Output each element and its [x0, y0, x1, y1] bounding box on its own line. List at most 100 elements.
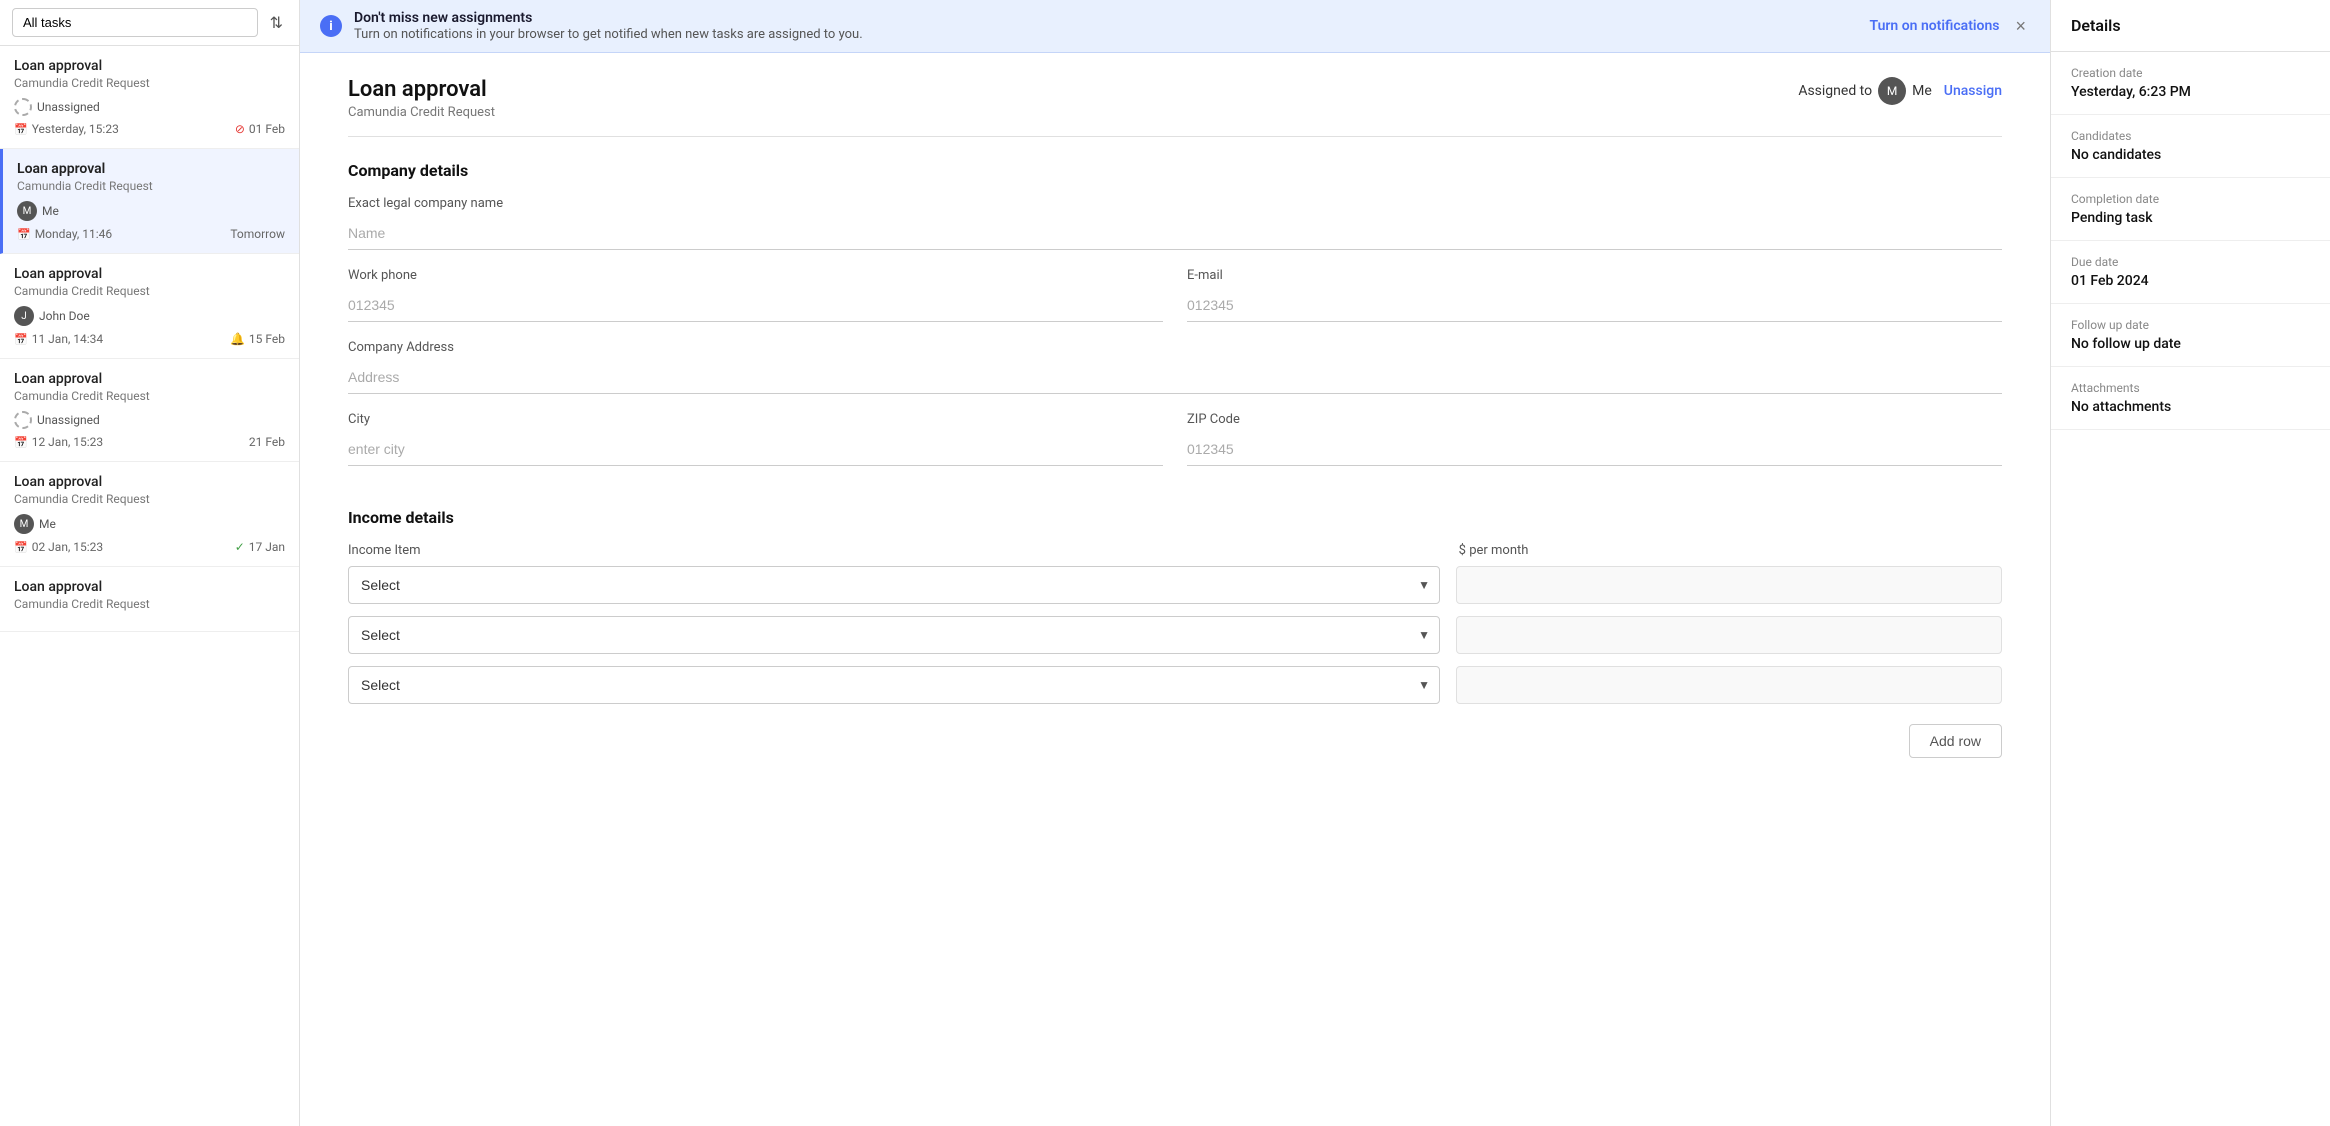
income-row: SelectOption 1Option 2Option 3 ▼: [348, 666, 2002, 704]
right-panel: Details Creation date Yesterday, 6:23 PM…: [2050, 0, 2330, 1126]
detail-row: Due date 01 Feb 2024: [2051, 241, 2330, 304]
email-group: E-mail: [1187, 268, 2002, 322]
city-group: City: [348, 412, 1163, 466]
task-date-created: 📅Yesterday, 15:23: [14, 122, 119, 136]
unassigned-icon: [14, 98, 32, 116]
task-date-due: 🔔15 Feb: [230, 332, 285, 346]
income-rows: SelectOption 1Option 2Option 3 ▼ SelectO…: [348, 566, 2002, 704]
detail-value: No follow up date: [2071, 336, 2310, 352]
task-dates: 📅Monday, 11:46 Tomorrow: [17, 227, 285, 241]
assigned-avatar: M: [1878, 77, 1906, 105]
task-list: Loan approval Camundia Credit Request Un…: [0, 46, 299, 1126]
work-phone-group: Work phone: [348, 268, 1163, 322]
assigned-to-label: Assigned to M Me: [1798, 77, 1931, 105]
income-amount: [1456, 666, 2002, 704]
task-date-created: 📅11 Jan, 14:34: [14, 332, 103, 346]
email-label: E-mail: [1187, 268, 2002, 283]
zip-group: ZIP Code: [1187, 412, 2002, 466]
city-input[interactable]: [348, 433, 1163, 466]
address-group: Company Address: [348, 340, 2002, 394]
task-date-created: 📅Monday, 11:46: [17, 227, 112, 241]
right-panel-title: Details: [2051, 0, 2330, 52]
task-item[interactable]: Loan approval Camundia Credit Request Un…: [0, 46, 299, 149]
sort-button[interactable]: ⇅: [266, 9, 287, 37]
task-assignee: J John Doe: [14, 306, 285, 326]
form-assigned-block: Assigned to M Me Unassign: [1798, 77, 2002, 105]
income-select[interactable]: SelectOption 1Option 2Option 3: [348, 666, 1440, 704]
notification-text: Don't miss new assignments Turn on notif…: [354, 10, 1858, 42]
task-date-created: 📅02 Jan, 15:23: [14, 540, 103, 554]
income-amount-input[interactable]: [1456, 616, 2002, 654]
notification-icon: i: [320, 15, 342, 37]
income-select-wrap: SelectOption 1Option 2Option 3 ▼: [348, 566, 1440, 604]
task-subtitle: Camundia Credit Request: [14, 597, 285, 611]
form-header: Loan approval Camundia Credit Request As…: [348, 77, 2002, 137]
task-item[interactable]: Loan approval Camundia Credit Request J …: [0, 254, 299, 359]
detail-value: No candidates: [2071, 147, 2310, 163]
calendar-icon: 📅: [17, 228, 31, 241]
add-row-button[interactable]: Add row: [1909, 724, 2002, 758]
form-area: Loan approval Camundia Credit Request As…: [300, 53, 2050, 1126]
task-item[interactable]: Loan approval Camundia Credit Request M …: [0, 462, 299, 567]
work-phone-label: Work phone: [348, 268, 1163, 283]
form-process: Camundia Credit Request: [348, 105, 495, 120]
task-title: Loan approval: [14, 266, 285, 282]
task-title: Loan approval: [14, 58, 285, 74]
task-assignee: Unassigned: [14, 98, 285, 116]
task-dates: 📅12 Jan, 15:23 21 Feb: [14, 435, 285, 449]
work-phone-input[interactable]: [348, 289, 1163, 322]
unassigned-icon: [14, 411, 32, 429]
avatar: M: [14, 514, 34, 534]
task-subtitle: Camundia Credit Request: [14, 76, 285, 90]
income-amount: [1456, 616, 2002, 654]
income-select[interactable]: SelectOption 1Option 2Option 3: [348, 566, 1440, 604]
task-title: Loan approval: [14, 474, 285, 490]
detail-value: 01 Feb 2024: [2071, 273, 2310, 289]
detail-row: Completion date Pending task: [2051, 178, 2330, 241]
income-select-wrap: SelectOption 1Option 2Option 3 ▼: [348, 666, 1440, 704]
task-subtitle: Camundia Credit Request: [14, 389, 285, 403]
task-date-due: ⊘01 Feb: [235, 122, 285, 136]
calendar-icon: 📅: [14, 436, 28, 449]
city-label: City: [348, 412, 1163, 427]
detail-row: Creation date Yesterday, 6:23 PM: [2051, 52, 2330, 115]
address-input[interactable]: [348, 361, 2002, 394]
detail-value: Yesterday, 6:23 PM: [2071, 84, 2310, 100]
avatar: M: [17, 201, 37, 221]
detail-value: Pending task: [2071, 210, 2310, 226]
notification-close-button[interactable]: ×: [2011, 16, 2030, 37]
sidebar: All tasks ⇅ Loan approval Camundia Credi…: [0, 0, 300, 1126]
income-amount-input[interactable]: [1456, 666, 2002, 704]
detail-label: Completion date: [2071, 192, 2310, 206]
task-filter-select[interactable]: All tasks: [12, 8, 258, 37]
detail-rows: Creation date Yesterday, 6:23 PM Candida…: [2051, 52, 2330, 430]
income-amount-input[interactable]: [1456, 566, 2002, 604]
calendar-icon: 📅: [14, 541, 28, 554]
task-subtitle: Camundia Credit Request: [14, 492, 285, 506]
task-date-due: ✓17 Jan: [235, 540, 285, 554]
company-section-title: Company details: [348, 161, 2002, 180]
email-input[interactable]: [1187, 289, 2002, 322]
task-subtitle: Camundia Credit Request: [14, 284, 285, 298]
income-table-header: Income Item $ per month: [348, 543, 2002, 558]
calendar-icon: 📅: [14, 123, 28, 136]
task-dates: 📅02 Jan, 15:23 ✓17 Jan: [14, 540, 285, 554]
main-content: i Don't miss new assignments Turn on not…: [300, 0, 2050, 1126]
task-item[interactable]: Loan approval Camundia Credit Request Un…: [0, 359, 299, 462]
detail-row: Candidates No candidates: [2051, 115, 2330, 178]
detail-row: Attachments No attachments: [2051, 367, 2330, 430]
turn-on-notifications-link[interactable]: Turn on notifications: [1870, 18, 2000, 34]
income-select[interactable]: SelectOption 1Option 2Option 3: [348, 616, 1440, 654]
task-item[interactable]: Loan approval Camundia Credit Request: [0, 567, 299, 632]
unassign-link[interactable]: Unassign: [1944, 83, 2002, 99]
notification-bar: i Don't miss new assignments Turn on not…: [300, 0, 2050, 53]
notification-description: Turn on notifications in your browser to…: [354, 27, 1858, 42]
address-label: Company Address: [348, 340, 2002, 355]
company-name-input[interactable]: [348, 217, 2002, 250]
task-date-due: Tomorrow: [230, 227, 285, 241]
income-select-wrap: SelectOption 1Option 2Option 3 ▼: [348, 616, 1440, 654]
task-item[interactable]: Loan approval Camundia Credit Request M …: [0, 149, 299, 254]
task-title: Loan approval: [14, 579, 285, 595]
city-zip-row: City ZIP Code: [348, 412, 2002, 484]
zip-input[interactable]: [1187, 433, 2002, 466]
